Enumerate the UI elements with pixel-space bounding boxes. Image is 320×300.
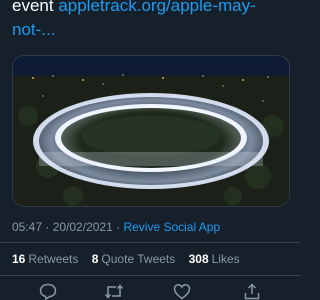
tweet-detail: event appletrack.org/apple-may-not-... 0… [0,0,300,300]
share-icon [244,283,260,300]
share-button[interactable] [242,283,262,300]
tweet-stats: 16 Retweets 8 Quote Tweets 308 Likes [12,252,250,266]
tweet-date: 20/02/2021 [52,220,113,234]
quote-tweets-stat[interactable]: 8 Quote Tweets [92,252,176,266]
likes-stat[interactable]: 308 Likes [189,252,240,266]
like-icon [173,284,191,300]
reply-icon [39,283,57,300]
tweet-actions [0,283,300,300]
tweet-source-link[interactable]: Revive Social App [123,220,220,234]
tweet-metadata: 05:47 · 20/02/2021 · Revive Social App [12,220,221,234]
retweet-button[interactable] [104,283,124,300]
reply-button[interactable] [38,283,58,300]
tweet-media-image[interactable] [12,55,290,207]
retweets-stat[interactable]: 16 Retweets [12,252,78,266]
like-button[interactable] [172,283,192,300]
divider [0,275,300,276]
retweet-icon [104,284,124,299]
tweet-text: event appletrack.org/apple-may-not-... [12,0,292,42]
tweet-text-prefix: event [12,0,59,15]
tweet-time: 05:47 [12,220,43,234]
apple-park-photo [13,56,289,206]
divider [0,242,300,243]
